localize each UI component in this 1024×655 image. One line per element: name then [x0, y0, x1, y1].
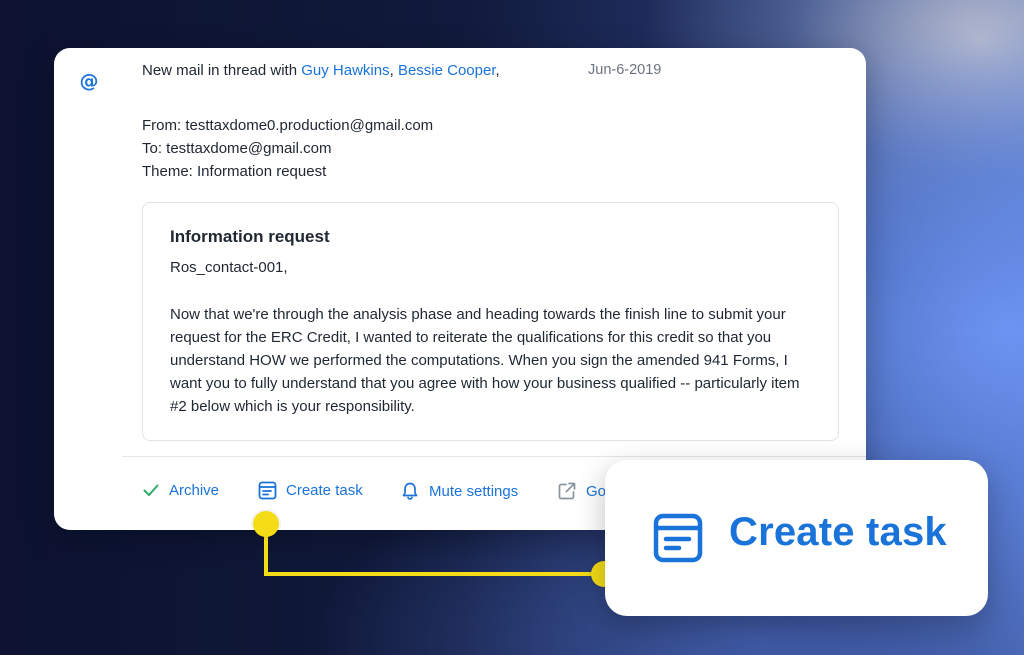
message-body: Now that we're through the analysis phas… [170, 306, 800, 415]
task-icon [653, 513, 703, 568]
check-icon [142, 481, 160, 499]
theme-line: Theme: Information request [142, 163, 327, 180]
mute-settings-label: Mute settings [429, 482, 519, 500]
participant-separator: , [389, 62, 394, 79]
callout-label: Create task [729, 510, 947, 554]
to-line: To: testtaxdome@gmail.com [142, 140, 332, 157]
create-task-button[interactable]: Create task [258, 481, 363, 500]
external-link-icon [557, 481, 577, 501]
mute-settings-button[interactable]: Mute settings [400, 481, 518, 501]
archive-button[interactable]: Archive [142, 481, 219, 499]
participant-separator: , [495, 62, 500, 79]
from-line: From: testtaxdome0.production@gmail.com [142, 117, 434, 134]
divider [122, 456, 866, 457]
connector-line [264, 572, 604, 576]
participant-link[interactable]: Bessie Cooper [398, 62, 496, 79]
go-label: Go [586, 482, 607, 500]
archive-label: Archive [169, 481, 220, 499]
mail-card: @ New mail in thread with Guy Hawkins, B… [54, 48, 866, 530]
thread-prefix: New mail in thread with [142, 62, 298, 79]
task-icon [258, 481, 277, 500]
message-title: Information request [170, 227, 330, 246]
mail-meta: From: testtaxdome0.production@gmail.com … [142, 114, 433, 183]
thread-date: Jun-6-2019 [588, 62, 662, 78]
participant-link[interactable]: Guy Hawkins [301, 62, 389, 79]
bell-icon [400, 481, 420, 501]
at-sign-icon: @ [79, 70, 99, 92]
message-box: Information request Ros_contact-001, Now… [142, 202, 839, 441]
go-button[interactable]: Go [557, 481, 606, 501]
thread-line: New mail in thread with Guy Hawkins, Bes… [142, 62, 500, 79]
create-task-callout: Create task [605, 460, 988, 616]
connector-dot [253, 511, 279, 537]
create-task-label: Create task [286, 482, 363, 499]
message-greeting: Ros_contact-001, [170, 259, 288, 276]
